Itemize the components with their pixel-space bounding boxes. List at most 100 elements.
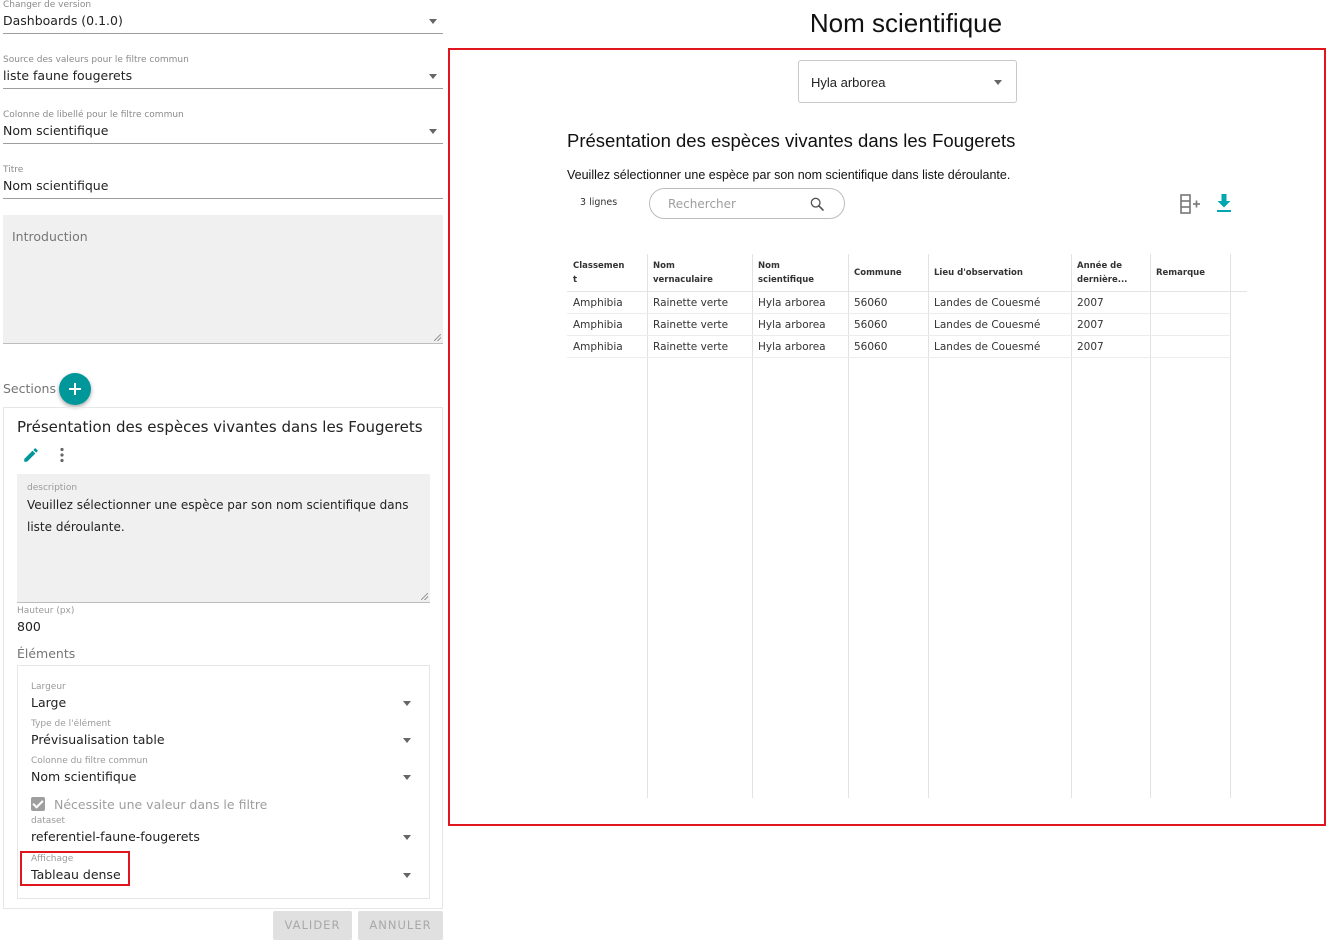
table-cell: Rainette verte <box>653 319 729 331</box>
table-cell: Amphibia <box>573 319 623 331</box>
table-cell: 56060 <box>854 319 888 331</box>
chevron-down-icon <box>403 873 411 878</box>
column-header[interactable]: Année de dernière... <box>1071 254 1150 292</box>
table-header-row: Classemen t Nom vernaculaire Nom scientifique… <box>567 254 1247 292</box>
table-row[interactable]: Amphibia Rainette verte Hyla arborea 56060 L… <box>567 292 1231 314</box>
filter-label-column-value: Nom scientifique <box>3 123 109 138</box>
table-cell <box>1150 314 1230 336</box>
introduction-placeholder: Introduction <box>12 229 88 244</box>
column-header[interactable]: Remarque <box>1150 254 1230 292</box>
preview-section-description: Veuillez sélectionner une espèce par son… <box>567 168 1011 182</box>
title-value: Nom scientifique <box>3 178 109 193</box>
element-type-label: Type de l'élément <box>31 719 111 729</box>
common-filter-select[interactable]: Hyla arborea <box>798 60 1017 103</box>
search-icon[interactable] <box>809 196 825 212</box>
table-cell: 2007 <box>1077 341 1104 353</box>
cancel-button[interactable]: ANNULER <box>358 911 443 940</box>
search-placeholder: Rechercher <box>668 197 736 211</box>
pencil-icon[interactable] <box>22 446 40 464</box>
width-label: Largeur <box>31 682 66 692</box>
introduction-textarea[interactable]: Introduction <box>3 215 443 344</box>
rows-count: 3 lignes <box>580 197 618 208</box>
title-field[interactable]: Titre Nom scientifique <box>3 165 443 199</box>
table-row[interactable]: Amphibia Rainette verte Hyla arborea 56060 L… <box>567 336 1231 358</box>
chevron-down-icon <box>994 80 1002 85</box>
requires-value-label: Nécessite une valeur dans le filtre <box>54 796 268 812</box>
data-table: Classemen t Nom vernaculaire Nom scientifique… <box>567 254 1247 798</box>
field-underline <box>3 33 443 34</box>
filter-label-column-select[interactable]: Colonne de libellé pour le filtre commun… <box>3 110 443 144</box>
column-header[interactable]: Nom scientifique <box>752 254 848 292</box>
table-cell: Hyla arborea <box>758 341 826 353</box>
chevron-down-icon <box>429 19 437 24</box>
table-cell <box>1150 336 1230 358</box>
preview-page-title: Nom scientifique <box>809 8 1003 38</box>
table-cell: 56060 <box>854 341 888 353</box>
filter-column-label: Colonne du filtre commun <box>31 756 148 766</box>
field-underline <box>3 88 443 89</box>
validate-button[interactable]: VALIDER <box>273 911 352 940</box>
title-label: Titre <box>3 165 24 175</box>
chevron-down-icon <box>429 74 437 79</box>
column-header[interactable]: Nom vernaculaire <box>647 254 752 292</box>
common-filter-value: Hyla arborea <box>811 75 886 90</box>
table-cell: 56060 <box>854 297 888 309</box>
preview-highlight-frame: Hyla arborea Présentation des espèces vi… <box>448 48 1326 826</box>
column-header[interactable]: Classemen t <box>567 254 647 292</box>
table-cell: Landes de Couesmé <box>934 297 1041 309</box>
table-cell: Rainette verte <box>653 341 729 353</box>
column-header[interactable]: Commune <box>848 254 928 292</box>
chevron-down-icon <box>429 129 437 134</box>
more-vertical-icon[interactable] <box>56 446 68 464</box>
table-cell: 2007 <box>1077 319 1104 331</box>
field-underline <box>3 198 443 199</box>
table-cell: Hyla arborea <box>758 319 826 331</box>
table-cell: Amphibia <box>573 297 623 309</box>
version-select[interactable]: Changer de version Dashboards (0.1.0) <box>3 0 443 34</box>
element-card: Largeur Large Type de l'élément Prévisua… <box>17 665 430 899</box>
field-underline <box>3 143 443 144</box>
table-row[interactable]: Amphibia Rainette verte Hyla arborea 56060 L… <box>567 314 1231 336</box>
element-type-value: Prévisualisation table <box>31 732 165 747</box>
dashboard-editor-panel: Changer de version Dashboards (0.1.0) So… <box>0 0 446 944</box>
display-highlight-box <box>20 851 130 886</box>
chevron-down-icon <box>403 835 411 840</box>
filter-label-column-label: Colonne de libellé pour le filtre commun <box>3 110 184 120</box>
description-value: Veuillez sélectionner une espèce par son… <box>27 498 409 534</box>
height-input[interactable]: 800 <box>17 619 41 634</box>
width-value: Large <box>31 695 67 710</box>
preview-section-title: Présentation des espèces vivantes dans l… <box>567 130 1016 151</box>
requires-value-checkbox-row[interactable]: Nécessite une valeur dans le filtre <box>31 795 267 813</box>
chevron-down-icon <box>403 701 411 706</box>
table-cell: Landes de Couesmé <box>934 341 1041 353</box>
table-search-input[interactable]: Rechercher <box>649 188 845 219</box>
add-column-icon[interactable] <box>1179 194 1203 214</box>
chevron-down-icon <box>403 738 411 743</box>
table-cell <box>1150 292 1230 314</box>
element-type-select[interactable]: Type de l'élément Prévisualisation table <box>31 719 416 750</box>
resize-handle-icon[interactable] <box>421 593 428 600</box>
table-cell: Amphibia <box>573 341 623 353</box>
filter-source-label: Source des valeurs pour le filtre commun <box>3 55 189 65</box>
width-select[interactable]: Largeur Large <box>31 682 416 713</box>
elements-label: Éléments <box>17 646 76 661</box>
description-textarea[interactable]: description Veuillez sélectionner une es… <box>17 474 430 603</box>
column-header[interactable]: Lieu d'observation <box>928 254 1071 292</box>
version-label: Changer de version <box>3 0 92 10</box>
filter-source-value: liste faune fougerets <box>3 68 133 83</box>
download-icon[interactable] <box>1216 193 1232 213</box>
resize-handle-icon[interactable] <box>434 334 441 341</box>
sections-label: Sections <box>3 381 56 396</box>
version-value: Dashboards (0.1.0) <box>3 13 123 28</box>
filter-column-select[interactable]: Colonne du filtre commun Nom scientifiqu… <box>31 756 416 787</box>
section-card: Présentation des espèces vivantes dans l… <box>3 407 443 909</box>
add-section-button[interactable] <box>59 373 91 405</box>
dataset-label: dataset <box>31 816 66 826</box>
requires-value-checkbox[interactable] <box>31 797 45 811</box>
filter-source-select[interactable]: Source des valeurs pour le filtre commun… <box>3 55 443 89</box>
dataset-select[interactable]: dataset referentiel-faune-fougerets <box>31 816 416 847</box>
table-cell: Landes de Couesmé <box>934 319 1041 331</box>
description-label: description <box>27 483 78 493</box>
filter-column-value: Nom scientifique <box>31 769 137 784</box>
table-cell: Rainette verte <box>653 297 729 309</box>
